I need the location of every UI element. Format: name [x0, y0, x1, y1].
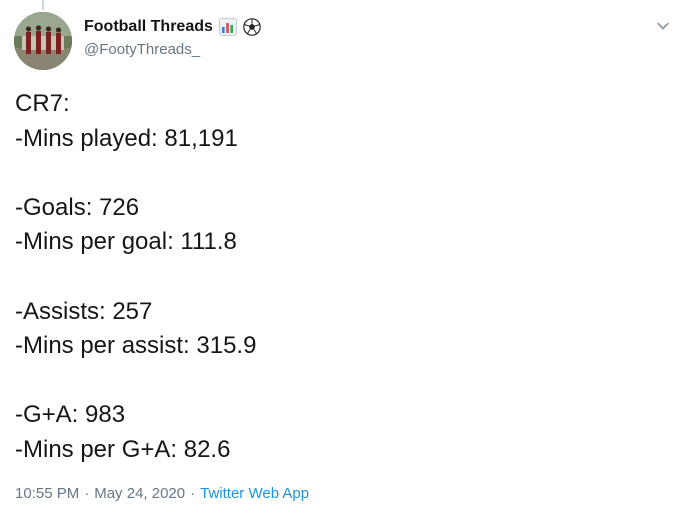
meta-separator: · — [84, 485, 90, 502]
tweet-meta: 10:55 PM · May 24, 2020 · Twitter Web App — [15, 485, 309, 502]
tweet-line: CR7: — [15, 90, 70, 117]
thread-connector-line — [42, 0, 44, 10]
tweet-line-blank — [15, 260, 256, 295]
author-handle[interactable]: @FootyThreads_ — [84, 41, 261, 58]
tweet-line: -Assists: 257 — [15, 297, 153, 325]
tweet-card: Football Threads @FootyThreads_ CR7: -Mi… — [0, 0, 690, 518]
tweet-line-blank — [15, 156, 256, 191]
tweet-date[interactable]: May 24, 2020 — [94, 485, 185, 502]
chevron-down-icon[interactable] — [654, 17, 672, 35]
meta-separator: · — [190, 485, 196, 502]
tweet-line: -Goals: 726 — [15, 193, 140, 221]
source-app-link[interactable]: Twitter Web App — [200, 485, 309, 502]
tweet-line: -G+A: 983 — [15, 401, 126, 429]
author-display-name[interactable]: Football Threads — [84, 18, 213, 36]
tweet-text: CR7: -Mins played: 81,191 -Goals: 726 -M… — [15, 87, 256, 468]
tweet-line-blank — [15, 364, 256, 399]
name-row: Football Threads — [84, 17, 261, 37]
tweet-time[interactable]: 10:55 PM — [15, 485, 79, 502]
soccer-ball-icon — [243, 18, 261, 36]
avatar-image — [14, 12, 72, 70]
tweet-line: -Mins per G+A: 82.6 — [15, 435, 231, 463]
tweet-line: -Mins per assist: 315.9 — [15, 332, 257, 360]
avatar[interactable] — [14, 12, 72, 70]
tweet-line: -Mins played: 81,191 — [15, 124, 238, 152]
author-info[interactable]: Football Threads @FootyThreads_ — [84, 17, 261, 63]
bar-chart-icon — [218, 18, 237, 36]
tweet-line: -Mins per goal: 111.8 — [15, 228, 237, 256]
